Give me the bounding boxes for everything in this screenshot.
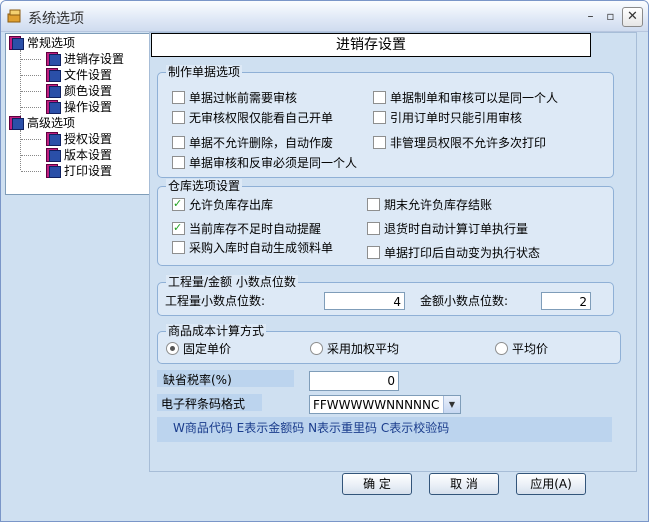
close-button[interactable]: ✕ [622, 7, 643, 27]
qty-decimals-input[interactable]: 4 [324, 292, 405, 310]
cancel-button[interactable]: 取 消 [429, 473, 499, 495]
book-icon [9, 36, 24, 50]
checkbox-post-needs-audit[interactable]: 单据过帐前需要审核 [172, 90, 297, 106]
checkbox-allow-negative-stock[interactable]: 允许负库存出库 [172, 196, 273, 213]
book-icon [46, 84, 61, 98]
checkbox-box[interactable] [367, 222, 380, 235]
checkbox-no-delete-auto-void[interactable]: 单据不允许删除，自动作废 [172, 135, 333, 151]
options-tree[interactable]: 常规选项 进销存设置 文件设置 颜色设置 操作设置 高级选项 授权设置 版本设置… [5, 33, 150, 195]
tree-group-advanced[interactable]: 高级选项 [9, 115, 75, 131]
tree-group-general[interactable]: 常规选项 [9, 35, 75, 51]
book-icon [46, 100, 61, 114]
group-stock-options: 仓库选项设置 允许负库存出库 期末允许负库存结账 当前库存不足时自动提醒 退货时… [157, 179, 614, 266]
barcode-format-value: FFWWWWWNNNNNC [313, 398, 440, 412]
group-cost-method: 商品成本计算方式 固定单价 采用加权平均 平均价 [157, 324, 621, 364]
checkbox-same-maker-auditor[interactable]: 单据制单和审核可以是同一个人 [373, 90, 558, 106]
group-title: 制作单据选项 [166, 65, 243, 79]
checkbox-box[interactable] [373, 111, 386, 124]
qty-decimals-label: 工程量小数点位数: [165, 294, 266, 308]
radio-weighted-average[interactable]: 采用加权平均 [310, 341, 399, 357]
panel-title: 进销存设置 [151, 33, 591, 57]
group-decimal-places: 工程量/金额 小数点位数 工程量小数点位数: 4 金额小数点位数: 2 [157, 275, 614, 316]
checkbox-reference-audited-orders[interactable]: 引用订单时只能引用审核 [373, 110, 522, 126]
checkbox-same-audit-unaudit[interactable]: 单据审核和反审必须是同一个人 [172, 155, 357, 171]
tree-item-label: 颜色设置 [64, 84, 113, 98]
barcode-hint: W商品代码 E表示金额码 N表示重里码 C表示校验码 [173, 421, 450, 435]
tree-item-color-settings[interactable]: 颜色设置 [46, 83, 112, 99]
tree-item-label: 进销存设置 [64, 52, 125, 66]
checkbox-box[interactable] [172, 136, 185, 149]
radio-dot[interactable] [166, 342, 179, 355]
checkbox-box[interactable] [172, 156, 185, 169]
tree-item-label: 文件设置 [64, 68, 113, 82]
book-icon [9, 116, 24, 130]
radio-dot[interactable] [310, 342, 323, 355]
app-icon [7, 9, 21, 23]
group-title: 仓库选项设置 [166, 179, 243, 193]
group-title: 工程量/金额 小数点位数 [166, 275, 298, 289]
ok-button[interactable]: 确 定 [342, 473, 412, 495]
checkbox-no-audit-own-only[interactable]: 无审核权限仅能看自己开单 [172, 110, 333, 126]
chevron-down-icon[interactable]: ▼ [443, 396, 460, 413]
book-icon [46, 164, 61, 178]
client-area: 常规选项 进销存设置 文件设置 颜色设置 操作设置 高级选项 授权设置 版本设置… [1, 32, 648, 521]
checkbox-period-end-negative[interactable]: 期末允许负库存结账 [367, 197, 492, 213]
tree-item-label: 操作设置 [64, 100, 113, 114]
tree-item-license-settings[interactable]: 授权设置 [46, 131, 112, 147]
checkbox-box[interactable] [367, 246, 380, 259]
amount-decimals-label: 金额小数点位数: [420, 294, 509, 308]
default-tax-input[interactable]: 0 [309, 371, 399, 391]
checkbox-box[interactable] [172, 91, 185, 104]
tree-item-version-settings[interactable]: 版本设置 [46, 147, 112, 163]
tree-item-operation-settings[interactable]: 操作设置 [46, 99, 112, 115]
apply-button[interactable]: 应用(A) [516, 473, 586, 495]
checkbox-box[interactable] [172, 220, 185, 236]
checkbox-no-multi-print[interactable]: 非管理员权限不允许多次打印 [373, 135, 546, 151]
tree-item-label: 授权设置 [64, 132, 113, 146]
book-icon [46, 132, 61, 146]
minimize-button[interactable]: – [581, 7, 600, 25]
checkbox-return-auto-calc[interactable]: 退货时自动计算订单执行量 [367, 221, 528, 237]
checkbox-box[interactable] [373, 91, 386, 104]
tree-group-label: 常规选项 [27, 36, 76, 50]
checkbox-box[interactable] [373, 136, 386, 149]
checkbox-print-auto-execute[interactable]: 单据打印后自动变为执行状态 [367, 245, 540, 261]
tree-item-label: 打印设置 [64, 164, 113, 178]
tree-group-label: 高级选项 [27, 116, 76, 130]
checkbox-low-stock-alert[interactable]: 当前库存不足时自动提醒 [172, 220, 321, 237]
book-icon [46, 148, 61, 162]
barcode-format-label: 电子秤条码格式 [161, 397, 246, 411]
checkbox-box[interactable] [172, 196, 185, 212]
book-icon [46, 52, 61, 66]
checkbox-box[interactable] [172, 241, 185, 254]
title-bar[interactable]: 系统选项 – ▫ ✕ [1, 1, 648, 32]
book-icon [46, 68, 61, 82]
radio-average-price[interactable]: 平均价 [495, 341, 548, 357]
radio-dot[interactable] [495, 342, 508, 355]
checkbox-box[interactable] [367, 198, 380, 211]
checkbox-box[interactable] [172, 111, 185, 124]
amount-decimals-input[interactable]: 2 [541, 292, 591, 310]
checkbox-purchase-auto-pick[interactable]: 采购入库时自动生成领料单 [172, 240, 333, 256]
tree-item-jxc-settings[interactable]: 进销存设置 [46, 51, 124, 67]
barcode-format-select[interactable]: FFWWWWWNNNNNC ▼ [309, 395, 461, 414]
window-title: 系统选项 [28, 11, 84, 27]
radio-fixed-price[interactable]: 固定单价 [166, 341, 231, 357]
group-document-options: 制作单据选项 单据过帐前需要审核 单据制单和审核可以是同一个人 无审核权限仅能看… [157, 65, 614, 178]
group-title: 商品成本计算方式 [166, 324, 267, 338]
default-tax-label: 缺省税率(%) [163, 373, 232, 387]
maximize-button[interactable]: ▫ [601, 7, 620, 25]
tree-item-print-settings[interactable]: 打印设置 [46, 163, 112, 179]
tree-item-label: 版本设置 [64, 148, 113, 162]
tree-item-file-settings[interactable]: 文件设置 [46, 67, 112, 83]
system-options-window: 系统选项 – ▫ ✕ 常规选项 进销存设置 文件设置 颜色设置 操作设置 高级选… [0, 0, 649, 522]
